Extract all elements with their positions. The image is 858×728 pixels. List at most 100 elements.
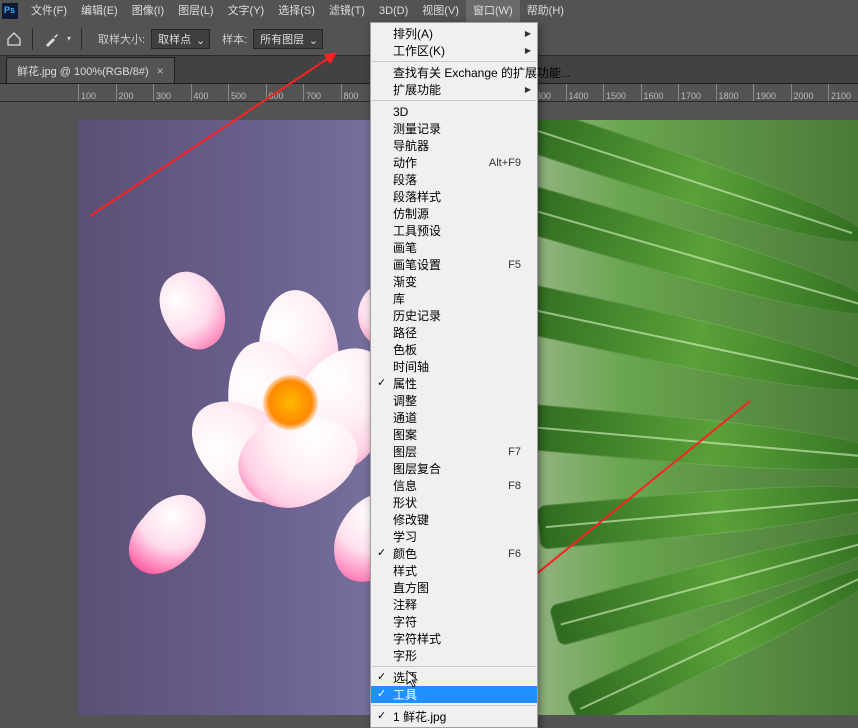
menu-3d[interactable]: 3D(D) [372,0,415,22]
ruler-tick: 100 [78,84,96,102]
menu-item-label: 渐变 [393,273,417,290]
menu-item-label: 查找有关 Exchange 的扩展功能... [393,64,571,81]
menu-item[interactable]: 导航器 [371,137,537,154]
menu-item-label: 修改键 [393,511,429,528]
menu-separator [372,100,536,101]
menu-item-label: 工作区(K) [393,42,445,59]
menu-item-label: 字形 [393,647,417,664]
menu-item[interactable]: 学习 [371,528,537,545]
menu-item-label: 3D [393,105,408,119]
menu-item-shortcut: F5 [508,259,521,271]
petal [147,260,239,359]
menu-item[interactable]: 字形 [371,647,537,664]
menu-item-label: 直方图 [393,579,429,596]
menu-item-label: 注释 [393,596,417,613]
menu-layer[interactable]: 图层(L) [171,0,220,22]
menu-item[interactable]: 1 鲜花.jpg [371,708,537,725]
menu-item[interactable]: 渐变 [371,273,537,290]
menu-item[interactable]: 排列(A) [371,25,537,42]
document-tab-title: 鲜花.jpg @ 100%(RGB/8#) [17,63,149,79]
divider [81,28,82,50]
menu-item[interactable]: 扩展功能 [371,81,537,98]
menu-item[interactable]: 信息F8 [371,477,537,494]
menu-item[interactable]: 直方图 [371,579,537,596]
ruler-tick: 400 [191,84,209,102]
chevron-down-icon: ⌄ [196,34,205,47]
menu-item[interactable]: 图案 [371,426,537,443]
menu-separator [372,705,536,706]
ruler-tick: 800 [341,84,359,102]
menu-item-label: 样式 [393,562,417,579]
menu-item-label: 调整 [393,392,417,409]
menu-item[interactable]: 时间轴 [371,358,537,375]
menu-item[interactable]: 3D [371,103,537,120]
menu-item[interactable]: 段落 [371,171,537,188]
menu-item[interactable]: 段落样式 [371,188,537,205]
menu-item-label: 导航器 [393,137,429,154]
ruler-tick: 2100 [828,84,851,102]
menu-item[interactable]: 工具 [371,686,537,703]
menu-item[interactable]: 形状 [371,494,537,511]
menu-item[interactable]: 历史记录 [371,307,537,324]
menu-item-label: 仿制源 [393,205,429,222]
menu-item[interactable]: 路径 [371,324,537,341]
ruler-tick: 2000 [791,84,814,102]
menu-filter[interactable]: 滤镜(T) [322,0,372,22]
menu-item[interactable]: 字符样式 [371,630,537,647]
ruler-tick: 500 [228,84,246,102]
menu-item-label: 图层 [393,443,417,460]
menu-item[interactable]: 仿制源 [371,205,537,222]
menu-item[interactable]: 修改键 [371,511,537,528]
menu-window[interactable]: 窗口(W) [466,0,520,22]
menu-item[interactable]: 查找有关 Exchange 的扩展功能... [371,64,537,81]
ruler-tick: 1700 [678,84,701,102]
menu-edit[interactable]: 编辑(E) [74,0,125,22]
menu-item-label: 字符样式 [393,630,441,647]
eyedropper-tool-icon[interactable] [43,30,61,48]
chevron-down-icon[interactable]: ▾ [67,34,71,43]
close-icon[interactable]: × [157,64,164,78]
menu-item[interactable]: 样式 [371,562,537,579]
menu-item-label: 信息 [393,477,417,494]
home-icon[interactable] [6,31,22,47]
sample-scope-select[interactable]: 所有图层 ⌄ [253,29,323,49]
sample-size-label: 取样大小: [98,31,145,47]
ruler-tick: 300 [153,84,171,102]
menu-item[interactable]: 工作区(K) [371,42,537,59]
ruler-tick: 1400 [566,84,589,102]
menu-item-label: 学习 [393,528,417,545]
menu-type[interactable]: 文字(Y) [221,0,272,22]
menu-view[interactable]: 视图(V) [415,0,466,22]
menu-select[interactable]: 选择(S) [271,0,322,22]
divider [32,28,33,50]
menu-item-shortcut: F6 [508,548,521,560]
menu-item[interactable]: 色板 [371,341,537,358]
menu-item[interactable]: 图层复合 [371,460,537,477]
menu-help[interactable]: 帮助(H) [520,0,571,22]
menu-item[interactable]: 动作Alt+F9 [371,154,537,171]
sample-size-select[interactable]: 取样点 ⌄ [151,29,210,49]
menu-item[interactable]: 工具预设 [371,222,537,239]
menu-item[interactable]: 库 [371,290,537,307]
menu-item-label: 通道 [393,409,417,426]
ruler-tick: 1900 [753,84,776,102]
menu-item[interactable]: 画笔 [371,239,537,256]
menu-item[interactable]: 选项 [371,669,537,686]
menu-item[interactable]: 调整 [371,392,537,409]
app-icon [2,3,18,19]
menu-item[interactable]: 颜色F6 [371,545,537,562]
menu-file[interactable]: 文件(F) [24,0,74,22]
menu-item-label: 历史记录 [393,307,441,324]
menu-item[interactable]: 属性 [371,375,537,392]
ruler-tick: 1800 [716,84,739,102]
document-tab[interactable]: 鲜花.jpg @ 100%(RGB/8#) × [6,57,175,83]
ruler-tick: 1600 [641,84,664,102]
leaf-graphic [527,404,858,482]
menu-item[interactable]: 图层F7 [371,443,537,460]
menu-item[interactable]: 字符 [371,613,537,630]
menu-item[interactable]: 注释 [371,596,537,613]
menu-image[interactable]: 图像(I) [125,0,171,22]
menu-item[interactable]: 画笔设置F5 [371,256,537,273]
menu-item[interactable]: 通道 [371,409,537,426]
menu-item[interactable]: 测量记录 [371,120,537,137]
